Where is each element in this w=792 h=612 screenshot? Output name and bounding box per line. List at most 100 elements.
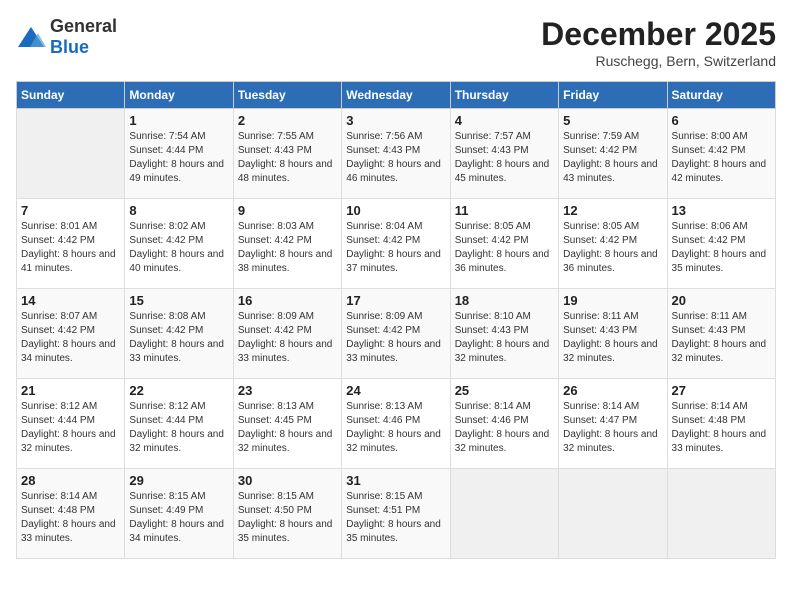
- calendar-cell: 20 Sunrise: 8:11 AM Sunset: 4:43 PM Dayl…: [667, 289, 775, 379]
- sunrise-text: Sunrise: 8:09 AM: [238, 311, 314, 322]
- calendar-cell: 27 Sunrise: 8:14 AM Sunset: 4:48 PM Dayl…: [667, 379, 775, 469]
- logo: General Blue: [16, 16, 117, 58]
- day-info: Sunrise: 8:12 AM Sunset: 4:44 PM Dayligh…: [21, 400, 120, 456]
- header: General Blue December 2025 Ruschegg, Ber…: [16, 16, 776, 69]
- calendar-cell: [17, 109, 125, 199]
- day-info: Sunrise: 8:12 AM Sunset: 4:44 PM Dayligh…: [129, 400, 228, 456]
- day-number: 9: [238, 203, 337, 218]
- calendar-cell: 26 Sunrise: 8:14 AM Sunset: 4:47 PM Dayl…: [559, 379, 667, 469]
- daylight-text: Daylight: 8 hours and 32 minutes.: [563, 339, 658, 364]
- sunset-text: Sunset: 4:48 PM: [21, 505, 95, 516]
- daylight-text: Daylight: 8 hours and 33 minutes.: [238, 339, 333, 364]
- calendar-cell: 30 Sunrise: 8:15 AM Sunset: 4:50 PM Dayl…: [233, 469, 341, 559]
- day-header-sunday: Sunday: [17, 82, 125, 109]
- calendar-cell: 10 Sunrise: 8:04 AM Sunset: 4:42 PM Dayl…: [342, 199, 450, 289]
- sunrise-text: Sunrise: 8:00 AM: [672, 131, 748, 142]
- day-number: 19: [563, 293, 662, 308]
- day-info: Sunrise: 7:59 AM Sunset: 4:42 PM Dayligh…: [563, 130, 662, 186]
- daylight-text: Daylight: 8 hours and 33 minutes.: [129, 339, 224, 364]
- sunrise-text: Sunrise: 8:14 AM: [672, 401, 748, 412]
- sunrise-text: Sunrise: 8:09 AM: [346, 311, 422, 322]
- sunrise-text: Sunrise: 8:14 AM: [455, 401, 531, 412]
- sunrise-text: Sunrise: 7:55 AM: [238, 131, 314, 142]
- sunset-text: Sunset: 4:44 PM: [129, 415, 203, 426]
- daylight-text: Daylight: 8 hours and 33 minutes.: [672, 429, 767, 454]
- day-info: Sunrise: 8:03 AM Sunset: 4:42 PM Dayligh…: [238, 220, 337, 276]
- calendar-cell: 28 Sunrise: 8:14 AM Sunset: 4:48 PM Dayl…: [17, 469, 125, 559]
- sunrise-text: Sunrise: 7:59 AM: [563, 131, 639, 142]
- sunset-text: Sunset: 4:42 PM: [672, 145, 746, 156]
- calendar-cell: 7 Sunrise: 8:01 AM Sunset: 4:42 PM Dayli…: [17, 199, 125, 289]
- day-info: Sunrise: 8:06 AM Sunset: 4:42 PM Dayligh…: [672, 220, 771, 276]
- day-number: 27: [672, 383, 771, 398]
- calendar-cell: 15 Sunrise: 8:08 AM Sunset: 4:42 PM Dayl…: [125, 289, 233, 379]
- day-number: 29: [129, 473, 228, 488]
- sunrise-text: Sunrise: 8:02 AM: [129, 221, 205, 232]
- sunrise-text: Sunrise: 8:07 AM: [21, 311, 97, 322]
- day-info: Sunrise: 8:08 AM Sunset: 4:42 PM Dayligh…: [129, 310, 228, 366]
- calendar-week-row: 21 Sunrise: 8:12 AM Sunset: 4:44 PM Dayl…: [17, 379, 776, 469]
- sunset-text: Sunset: 4:51 PM: [346, 505, 420, 516]
- day-number: 6: [672, 113, 771, 128]
- calendar-cell: 25 Sunrise: 8:14 AM Sunset: 4:46 PM Dayl…: [450, 379, 558, 469]
- sunrise-text: Sunrise: 8:14 AM: [21, 491, 97, 502]
- sunrise-text: Sunrise: 8:04 AM: [346, 221, 422, 232]
- daylight-text: Daylight: 8 hours and 32 minutes.: [129, 429, 224, 454]
- sunset-text: Sunset: 4:43 PM: [672, 325, 746, 336]
- daylight-text: Daylight: 8 hours and 43 minutes.: [563, 159, 658, 184]
- day-number: 1: [129, 113, 228, 128]
- day-info: Sunrise: 8:02 AM Sunset: 4:42 PM Dayligh…: [129, 220, 228, 276]
- daylight-text: Daylight: 8 hours and 32 minutes.: [21, 429, 116, 454]
- calendar-week-row: 28 Sunrise: 8:14 AM Sunset: 4:48 PM Dayl…: [17, 469, 776, 559]
- calendar-cell: [559, 469, 667, 559]
- day-info: Sunrise: 8:01 AM Sunset: 4:42 PM Dayligh…: [21, 220, 120, 276]
- day-number: 5: [563, 113, 662, 128]
- calendar-week-row: 14 Sunrise: 8:07 AM Sunset: 4:42 PM Dayl…: [17, 289, 776, 379]
- day-number: 30: [238, 473, 337, 488]
- sunset-text: Sunset: 4:42 PM: [129, 235, 203, 246]
- daylight-text: Daylight: 8 hours and 35 minutes.: [672, 249, 767, 274]
- calendar-week-row: 7 Sunrise: 8:01 AM Sunset: 4:42 PM Dayli…: [17, 199, 776, 289]
- sunset-text: Sunset: 4:42 PM: [563, 235, 637, 246]
- day-header-tuesday: Tuesday: [233, 82, 341, 109]
- day-info: Sunrise: 8:14 AM Sunset: 4:48 PM Dayligh…: [21, 490, 120, 546]
- sunset-text: Sunset: 4:42 PM: [455, 235, 529, 246]
- sunset-text: Sunset: 4:48 PM: [672, 415, 746, 426]
- day-info: Sunrise: 8:07 AM Sunset: 4:42 PM Dayligh…: [21, 310, 120, 366]
- calendar-cell: 22 Sunrise: 8:12 AM Sunset: 4:44 PM Dayl…: [125, 379, 233, 469]
- daylight-text: Daylight: 8 hours and 35 minutes.: [346, 519, 441, 544]
- daylight-text: Daylight: 8 hours and 32 minutes.: [563, 429, 658, 454]
- daylight-text: Daylight: 8 hours and 49 minutes.: [129, 159, 224, 184]
- logo-icon: [16, 25, 46, 49]
- calendar-cell: 9 Sunrise: 8:03 AM Sunset: 4:42 PM Dayli…: [233, 199, 341, 289]
- daylight-text: Daylight: 8 hours and 36 minutes.: [563, 249, 658, 274]
- sunset-text: Sunset: 4:46 PM: [346, 415, 420, 426]
- sunrise-text: Sunrise: 8:11 AM: [563, 311, 638, 322]
- location-title: Ruschegg, Bern, Switzerland: [541, 53, 776, 69]
- calendar-cell: 5 Sunrise: 7:59 AM Sunset: 4:42 PM Dayli…: [559, 109, 667, 199]
- day-info: Sunrise: 7:56 AM Sunset: 4:43 PM Dayligh…: [346, 130, 445, 186]
- daylight-text: Daylight: 8 hours and 34 minutes.: [21, 339, 116, 364]
- calendar-cell: 19 Sunrise: 8:11 AM Sunset: 4:43 PM Dayl…: [559, 289, 667, 379]
- day-number: 16: [238, 293, 337, 308]
- sunset-text: Sunset: 4:45 PM: [238, 415, 312, 426]
- daylight-text: Daylight: 8 hours and 32 minutes.: [455, 339, 550, 364]
- day-number: 13: [672, 203, 771, 218]
- calendar-cell: 8 Sunrise: 8:02 AM Sunset: 4:42 PM Dayli…: [125, 199, 233, 289]
- sunrise-text: Sunrise: 8:15 AM: [129, 491, 205, 502]
- calendar-cell: 12 Sunrise: 8:05 AM Sunset: 4:42 PM Dayl…: [559, 199, 667, 289]
- day-info: Sunrise: 8:09 AM Sunset: 4:42 PM Dayligh…: [346, 310, 445, 366]
- sunrise-text: Sunrise: 8:13 AM: [238, 401, 314, 412]
- sunset-text: Sunset: 4:42 PM: [238, 235, 312, 246]
- daylight-text: Daylight: 8 hours and 48 minutes.: [238, 159, 333, 184]
- daylight-text: Daylight: 8 hours and 45 minutes.: [455, 159, 550, 184]
- calendar-cell: 21 Sunrise: 8:12 AM Sunset: 4:44 PM Dayl…: [17, 379, 125, 469]
- sunrise-text: Sunrise: 8:10 AM: [455, 311, 531, 322]
- daylight-text: Daylight: 8 hours and 33 minutes.: [346, 339, 441, 364]
- month-title: December 2025: [541, 16, 776, 53]
- calendar-cell: 29 Sunrise: 8:15 AM Sunset: 4:49 PM Dayl…: [125, 469, 233, 559]
- calendar-cell: 1 Sunrise: 7:54 AM Sunset: 4:44 PM Dayli…: [125, 109, 233, 199]
- daylight-text: Daylight: 8 hours and 40 minutes.: [129, 249, 224, 274]
- day-info: Sunrise: 8:09 AM Sunset: 4:42 PM Dayligh…: [238, 310, 337, 366]
- day-header-monday: Monday: [125, 82, 233, 109]
